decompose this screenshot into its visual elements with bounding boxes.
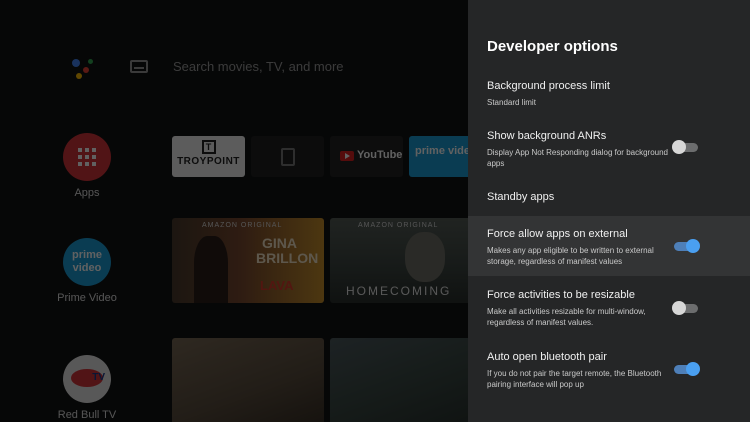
side-app-prime-video[interactable]: prime video Prime Video <box>55 238 119 304</box>
app-tile-label: TROYPOINT <box>177 156 240 167</box>
option-force-allow-apps-on-external[interactable]: Force allow apps on external Makes any a… <box>468 216 750 276</box>
side-app-red-bull-tv[interactable]: TV Red Bull TV <box>55 355 119 421</box>
option-title: Background process limit <box>487 80 610 92</box>
option-standby-apps[interactable]: Standby apps <box>468 180 750 214</box>
app-tile-player[interactable] <box>251 136 324 177</box>
option-title: Show background ANRs <box>487 130 607 142</box>
app-tile-label: YouTube <box>357 149 403 161</box>
player-logo-icon <box>281 148 295 166</box>
option-subtitle: Display App Not Responding dialog for ba… <box>487 148 669 168</box>
option-subtitle: If you do not pair the target remote, th… <box>487 369 662 389</box>
poster-thumbnail[interactable] <box>172 338 324 422</box>
poster-thumbnail[interactable] <box>330 338 482 422</box>
force-external-toggle[interactable] <box>672 238 700 254</box>
option-show-background-anrs[interactable]: Show background ANRs Display App Not Res… <box>468 120 750 174</box>
apps-grid-icon <box>63 133 111 181</box>
amazon-original-badge: AMAZON ORIGINAL <box>358 222 439 229</box>
poster-title-line: LAVA <box>260 278 294 293</box>
panel-title: Developer options <box>487 38 618 55</box>
poster-gina-brillon[interactable]: AMAZON ORIGINAL GINA BRILLON LAVA <box>172 218 324 303</box>
anrs-toggle[interactable] <box>672 139 700 155</box>
poster-person-image <box>405 232 445 282</box>
poster-title-line: BRILLON <box>256 250 319 266</box>
troypoint-logo-icon: T <box>201 140 216 154</box>
poster-homecoming[interactable]: AMAZON ORIGINAL HOMECOMING <box>330 218 482 303</box>
search-placeholder[interactable]: Search movies, TV, and more <box>173 59 344 74</box>
side-app-label: Prime Video <box>57 292 117 304</box>
option-title: Standby apps <box>487 191 555 203</box>
option-subtitle: Makes any app eligible to be written to … <box>487 246 654 266</box>
option-auto-open-bluetooth-pair[interactable]: Auto open bluetooth pair If you do not p… <box>468 340 750 396</box>
poster-title: HOMECOMING <box>346 284 452 298</box>
option-subtitle: Make all activities resizable for multi-… <box>487 307 646 327</box>
option-force-activities-resizable[interactable]: Force activities to be resizable Make al… <box>468 278 750 336</box>
resizable-toggle[interactable] <box>672 300 700 316</box>
developer-options-panel: Developer options Background process lim… <box>468 0 750 422</box>
red-bull-tv-icon: TV <box>63 355 111 403</box>
side-app-apps[interactable]: Apps <box>55 133 119 199</box>
poster-person-image <box>194 236 228 303</box>
option-title: Force activities to be resizable <box>487 289 635 301</box>
option-background-process-limit[interactable]: Background process limit Standard limit <box>468 74 750 118</box>
option-title: Force allow apps on external <box>487 228 628 240</box>
google-assistant-icon[interactable] <box>70 55 100 85</box>
side-app-label: Apps <box>74 187 100 199</box>
app-tile-troypoint[interactable]: T TROYPOINT <box>172 136 245 177</box>
option-subtitle: Standard limit <box>487 98 536 107</box>
option-title: Auto open bluetooth pair <box>487 351 607 363</box>
amazon-original-badge: AMAZON ORIGINAL <box>202 222 283 229</box>
app-tile-youtube[interactable]: YouTube <box>330 136 403 177</box>
side-app-label: Red Bull TV <box>57 409 117 421</box>
prime-video-icon: prime video <box>63 238 111 286</box>
poster-title-line: GINA <box>262 235 297 251</box>
youtube-play-icon <box>340 151 354 161</box>
keyboard-icon[interactable] <box>130 60 148 73</box>
bluetooth-pair-toggle[interactable] <box>672 361 700 377</box>
